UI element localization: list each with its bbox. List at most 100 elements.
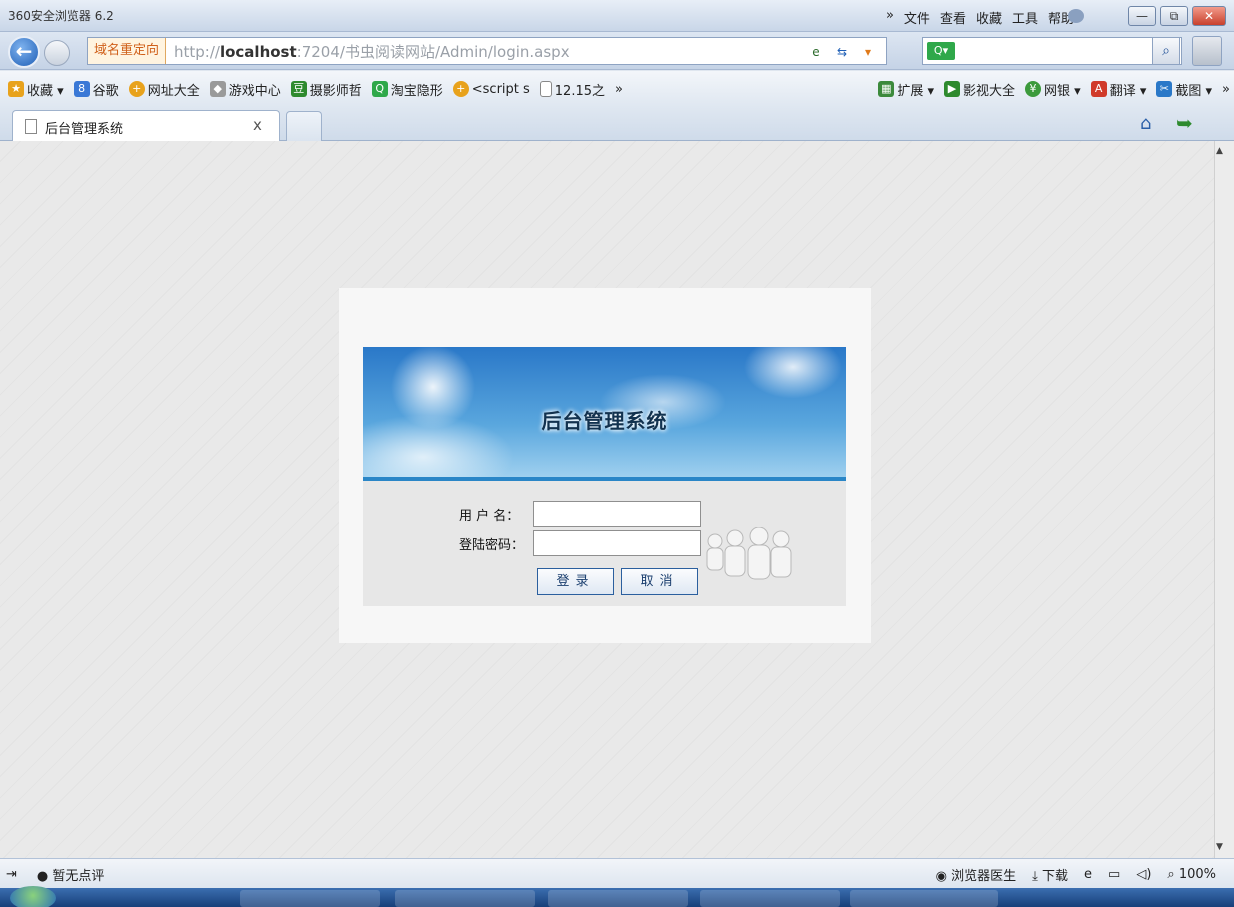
- toolbar-label: 截图 ▾: [1175, 83, 1213, 99]
- taskbar-item[interactable]: [395, 890, 535, 907]
- menu-tools[interactable]: 工具: [1012, 8, 1038, 27]
- scroll-down-icon[interactable]: ▼: [1216, 842, 1223, 852]
- home-icon[interactable]: ⌂: [1140, 113, 1151, 134]
- search-input[interactable]: Q▾: [922, 37, 1182, 65]
- navigation-bar: ← 域名重定向 http://localhost:7204/书虫阅读网站/Adm…: [0, 32, 1234, 70]
- rating-text: 暂无点评: [52, 869, 105, 884]
- favorite-label: 摄影师哲: [309, 83, 362, 99]
- users-illustration: [706, 527, 792, 580]
- new-tab-button[interactable]: [286, 111, 322, 141]
- google-icon: 8: [73, 81, 90, 97]
- star-icon: ★: [8, 81, 24, 97]
- user-avatar[interactable]: [1192, 36, 1222, 66]
- favorite-item[interactable]: 8 谷歌: [73, 80, 119, 99]
- tab-close-icon[interactable]: x: [253, 116, 262, 134]
- tab-admin[interactable]: 后台管理系统 x: [12, 110, 280, 141]
- windows-taskbar: [0, 886, 1234, 907]
- zoom-control[interactable]: ⌕ 100%: [1167, 867, 1216, 882]
- zoom-level: 100%: [1178, 867, 1216, 882]
- favorite-item[interactable]: 豆摄影师哲: [290, 80, 362, 99]
- tab-bar: 后台管理系统 x ⌂ ➥: [0, 107, 1234, 141]
- doc-icon: [539, 81, 552, 97]
- bank-icon: ¥: [1025, 81, 1042, 97]
- page-icon: [25, 119, 37, 134]
- vertical-scrollbar[interactable]: [1214, 141, 1234, 858]
- browser-doctor[interactable]: ◉ 浏览器医生: [936, 865, 1017, 884]
- skin-icon[interactable]: [1068, 9, 1084, 23]
- menu-bar: » 文件 查看 收藏 工具 帮助: [886, 8, 1074, 27]
- search-icon[interactable]: ⌕: [1152, 37, 1180, 65]
- taskbar-item[interactable]: [548, 890, 688, 907]
- favorite-label: 收藏 ▾: [27, 83, 64, 99]
- translate-icon: A: [1090, 81, 1107, 97]
- toolbar-item[interactable]: ¥ 网银 ▾: [1025, 80, 1081, 99]
- taskbar-item[interactable]: [240, 890, 380, 907]
- favorite-item[interactable]: 12.15之: [539, 80, 605, 99]
- menu-favorites[interactable]: 收藏: [976, 8, 1002, 27]
- extensions-icon: ▦: [878, 81, 895, 97]
- download-button[interactable]: ⤓ 下载: [1032, 865, 1068, 884]
- undo-close-icon[interactable]: ➥: [1176, 111, 1193, 135]
- screenshot-icon: ✂: [1156, 81, 1173, 97]
- restore-button[interactable]: ⧉: [1160, 6, 1188, 26]
- window-icon[interactable]: ▭: [1108, 867, 1120, 882]
- favorite-item[interactable]: ◆ 游戏中心: [209, 80, 281, 99]
- login-button[interactable]: 登录: [537, 568, 614, 595]
- taskbar-item[interactable]: [700, 890, 840, 907]
- toolbar-label: 扩展 ▾: [897, 83, 934, 99]
- sidebar-toggle-icon[interactable]: ⇥: [6, 867, 17, 882]
- link-icon: +: [452, 81, 469, 97]
- favorites-more[interactable]: »: [615, 82, 623, 97]
- close-button[interactable]: ✕: [1192, 6, 1226, 26]
- toolbar-more[interactable]: »: [1222, 82, 1230, 97]
- password-label: 登陆密码：: [459, 538, 525, 553]
- toolbar-item[interactable]: A 翻译 ▾: [1090, 80, 1146, 99]
- start-button[interactable]: [10, 886, 56, 907]
- video-icon: ▶: [944, 81, 960, 97]
- rating-status[interactable]: ● 暂无点评: [37, 865, 105, 884]
- banner-title: 后台管理系统: [541, 409, 668, 433]
- taskbar-item[interactable]: [850, 890, 998, 907]
- favorite-item[interactable]: ★ 收藏 ▾: [8, 80, 64, 99]
- favorite-item[interactable]: + 网址大全: [128, 80, 200, 99]
- favorite-label: 谷歌: [92, 83, 119, 99]
- toolbar-label: 网银 ▾: [1044, 83, 1081, 99]
- redirect-badge[interactable]: 域名重定向: [88, 38, 167, 64]
- search-engine-icon[interactable]: Q▾: [927, 42, 955, 60]
- username-input[interactable]: [533, 501, 701, 527]
- toolbar-right: ▦ 扩展 ▾ ▶ 影视大全 ¥ 网银 ▾ A 翻译 ▾ ✂ 截图 ▾ »: [878, 71, 1230, 107]
- toolbar-item[interactable]: ✂ 截图 ▾: [1156, 80, 1212, 99]
- minimize-button[interactable]: —: [1128, 6, 1156, 26]
- browser-doctor-label: 浏览器医生: [951, 869, 1017, 884]
- toolbar-item[interactable]: ▦ 扩展 ▾: [878, 80, 934, 99]
- ie-mode-icon[interactable]: e: [806, 42, 826, 62]
- favorite-item[interactable]: Q 淘宝隐形: [371, 80, 443, 99]
- menu-view[interactable]: 查看: [940, 8, 966, 27]
- address-bar[interactable]: 域名重定向 http://localhost:7204/书虫阅读网站/Admin…: [87, 37, 887, 65]
- forward-button[interactable]: [44, 40, 70, 66]
- toolbar-label: 影视大全: [963, 83, 1016, 99]
- favorite-label: 游戏中心: [228, 83, 281, 99]
- toolbar-item[interactable]: ▶ 影视大全: [944, 80, 1015, 99]
- url-text[interactable]: http://localhost:7204/书虫阅读网站/Admin/login…: [166, 41, 570, 62]
- volume-icon[interactable]: ◁): [1136, 867, 1151, 882]
- link-icon: +: [128, 81, 145, 97]
- scroll-up-icon[interactable]: ▲: [1216, 146, 1223, 156]
- favorite-item[interactable]: + <script s: [452, 81, 530, 97]
- menu-file[interactable]: 文件: [904, 8, 930, 27]
- menu-more[interactable]: »: [886, 8, 894, 27]
- refresh-icon[interactable]: ⇆: [832, 42, 852, 62]
- favorites-bar: ★ 收藏 ▾ 8 谷歌 + 网址大全 ◆ 游戏中心 豆摄影师哲 Q 淘宝隐形 + <scri…: [0, 71, 1234, 107]
- ie-icon[interactable]: e: [1084, 867, 1092, 882]
- back-button[interactable]: ←: [8, 36, 40, 68]
- title-bar: 360安全浏览器 6.2 » 文件 查看 收藏 工具 帮助 — ⧉ ✕: [0, 0, 1234, 32]
- favorite-label: 12.15之: [554, 83, 605, 99]
- cancel-button[interactable]: 取消: [621, 568, 698, 595]
- login-form: 用 户 名： 登陆密码： 登录 取消: [363, 481, 846, 606]
- address-tools: e ⇆ ▾: [806, 42, 878, 62]
- password-input[interactable]: [533, 530, 701, 556]
- tab-title: 后台管理系统: [45, 122, 124, 137]
- window-controls: — ⧉ ✕: [1128, 6, 1226, 26]
- dropdown-icon[interactable]: ▾: [858, 42, 878, 62]
- login-banner: 后台管理系统: [363, 347, 846, 481]
